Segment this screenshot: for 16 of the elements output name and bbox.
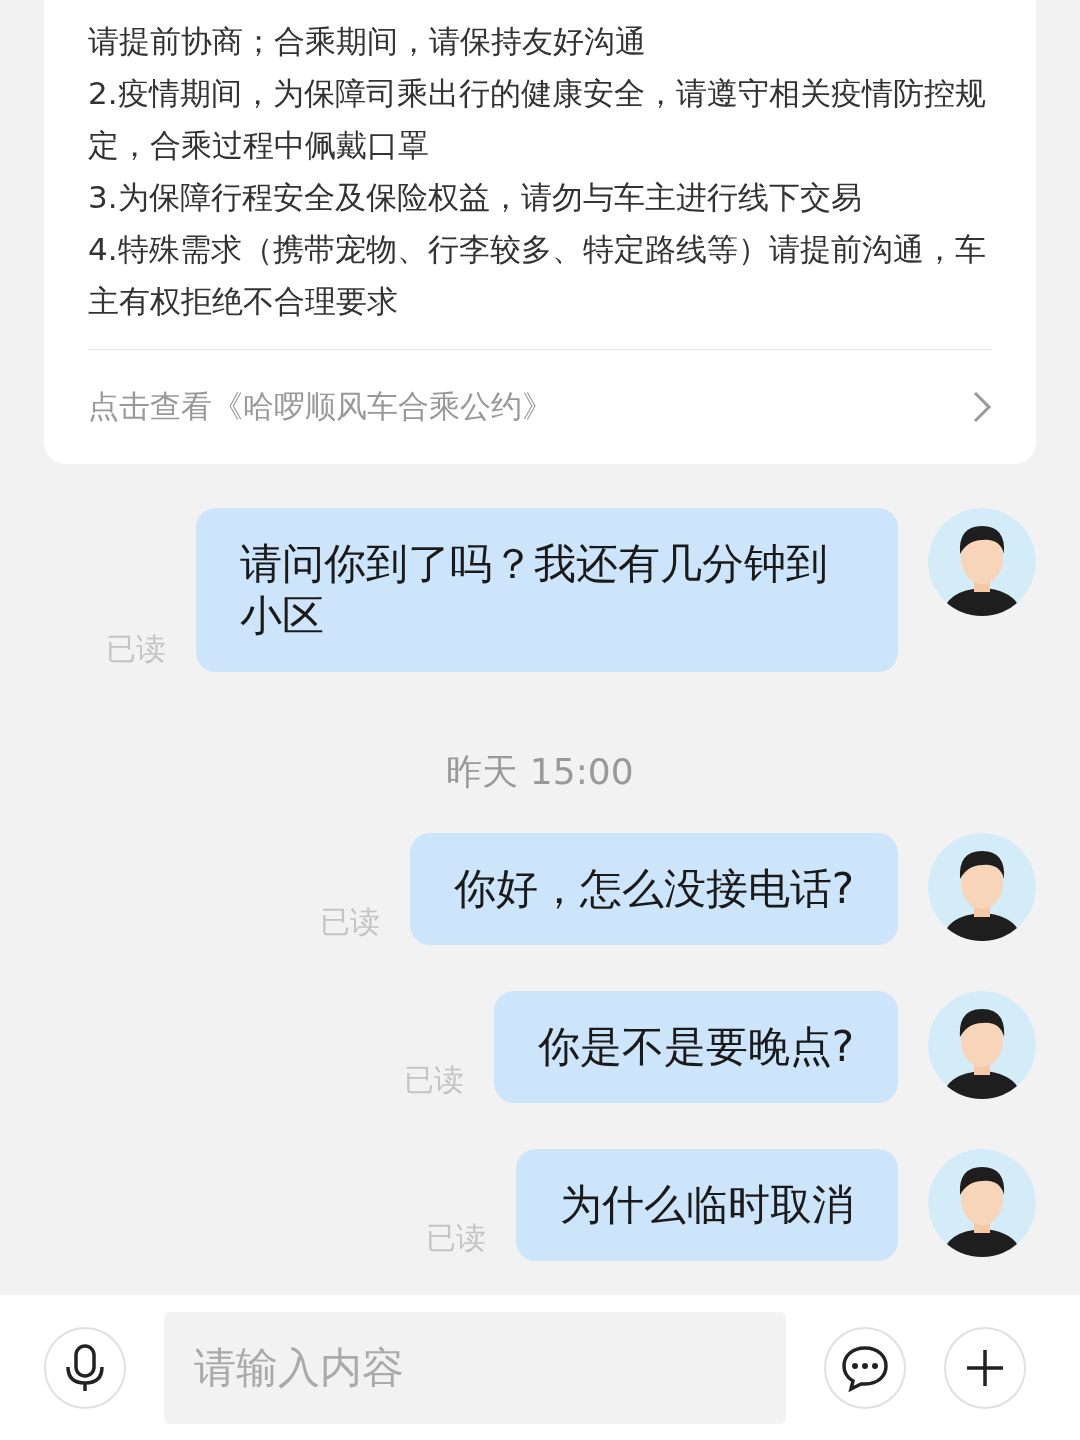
message-input[interactable]: 请输入内容	[164, 1311, 786, 1424]
chat-bubble-icon	[840, 1343, 890, 1392]
message-bubble: 你好，怎么没接电话?	[409, 833, 898, 945]
message-bubble: 你是不是要晚点?	[493, 991, 898, 1103]
agreement-link[interactable]: 点击查看《哈啰顺风车合乘公约》	[88, 349, 992, 464]
agreement-link-text: 点击查看《哈啰顺风车合乘公约》	[88, 387, 553, 426]
message-bubble: 请问你到了吗？我还有几分钟到小区	[196, 508, 898, 672]
microphone-icon	[63, 1342, 107, 1393]
message-bubble: 为什么临时取消	[516, 1149, 898, 1261]
chevron-right-icon	[972, 390, 992, 424]
notice-text: 4.特殊需求（携带宠物、行李较多、特定路线等）请提前沟通，车主有权拒绝不合理要求	[88, 230, 987, 321]
plus-icon	[965, 1347, 1005, 1388]
notice-text: 请提前协商；合乘期间，请保持友好沟通	[88, 22, 647, 61]
notice-text: 3.为保障行程安全及保险权益，请勿与车主进行线下交易	[88, 178, 863, 217]
notice-text: 2.疫情期间，为保障司乘出行的健康安全，请遵守相关疫情防控规定，合乘过程中佩戴口罩	[88, 74, 987, 165]
timestamp: 昨天 15:00	[445, 750, 635, 794]
